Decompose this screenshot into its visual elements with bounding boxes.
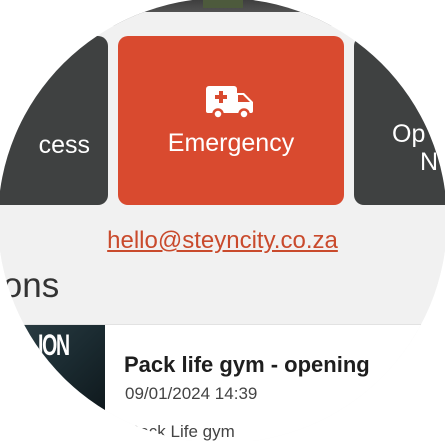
app-screen: cess Emergency Op N hello@steyncity.co.z… — [0, 0, 445, 441]
news-date: 09/01/2024 14:39 — [125, 384, 258, 403]
news-thumbnail: ION — [0, 325, 105, 410]
ambulance-icon — [206, 86, 253, 119]
operator-tile-label-line2: N — [420, 148, 439, 176]
thumbnail-text: ION — [38, 329, 70, 362]
emergency-tile-label: Emergency — [167, 129, 295, 157]
access-tile[interactable]: cess — [0, 36, 108, 205]
emergency-tile[interactable]: Emergency — [118, 36, 344, 205]
access-tile-label: cess — [38, 131, 90, 159]
header-image-detail — [203, 0, 243, 8]
operator-tile-label-line1: Op — [392, 120, 426, 148]
operator-numbers-tile[interactable]: Op N — [354, 36, 445, 205]
section-title: ions — [0, 266, 60, 305]
news-title: Pack life gym - opening — [124, 352, 370, 377]
contact-email-link[interactable]: hello@steyncity.co.za — [0, 227, 445, 255]
news-snippet: Pack Life gym — [128, 422, 235, 441]
magnifier-view: cess Emergency Op N hello@steyncity.co.z… — [0, 0, 445, 441]
news-list-item[interactable]: ION Pack life gym - opening 09/01/2024 1… — [0, 324, 445, 441]
